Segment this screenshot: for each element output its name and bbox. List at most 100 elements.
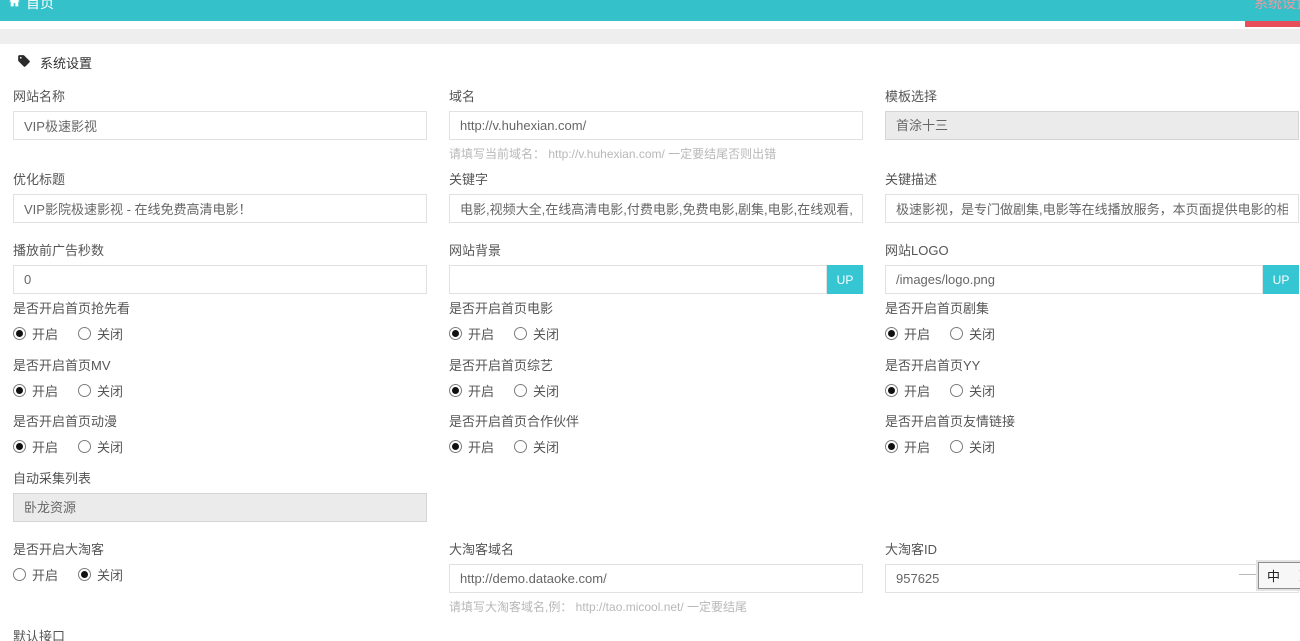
dataoke-domain-label: 大淘客域名 — [449, 542, 863, 558]
site-logo-field: 网站LOGO UP — [885, 243, 1299, 294]
radio-off-icon[interactable] — [78, 440, 91, 453]
radio-group: 是否开启首页抢先看 开启 关闭 — [13, 301, 427, 343]
radio-on-icon[interactable] — [449, 440, 462, 453]
default-api-label: 默认接口 — [13, 629, 427, 641]
radio-off-label: 关闭 — [533, 324, 559, 343]
radio-group: 是否开启首页合作伙伴 开启 关闭 — [449, 414, 863, 456]
radio-on[interactable]: 开启 — [885, 437, 930, 456]
radio-on-icon[interactable] — [885, 384, 898, 397]
radio-on[interactable]: 开启 — [13, 437, 58, 456]
template-select[interactable]: 首涂十三 — [885, 111, 1299, 140]
radio-group: 是否开启首页剧集 开启 关闭 — [885, 301, 1299, 343]
radio-on-label: 开启 — [468, 381, 494, 400]
radio-group-label: 是否开启首页综艺 — [449, 358, 863, 374]
radio-on-icon[interactable] — [13, 568, 26, 581]
radio-on-icon[interactable] — [885, 440, 898, 453]
domain-input[interactable] — [449, 111, 863, 140]
default-api-field: 默认接口 — [13, 629, 427, 641]
domain-helper-text: 请填写当前域名： http://v.huhexian.com/ 一定要结尾否则出… — [449, 146, 863, 162]
radio-off-icon[interactable] — [514, 327, 527, 340]
radio-off-label: 关闭 — [97, 324, 123, 343]
radio-off[interactable]: 关闭 — [78, 565, 123, 584]
radio-on[interactable]: 开启 — [885, 381, 930, 400]
radio-on[interactable]: 开启 — [13, 565, 58, 584]
dataoke-id-input[interactable] — [885, 564, 1299, 593]
radio-off-icon[interactable] — [950, 327, 963, 340]
site-name-input[interactable] — [13, 111, 427, 140]
radio-on-icon[interactable] — [885, 327, 898, 340]
radio-on[interactable]: 开启 — [449, 324, 494, 343]
top-navbar: 首页 系统设置 — [0, 0, 1300, 21]
radio-off[interactable]: 关闭 — [78, 324, 123, 343]
auto-collect-field: 自动采集列表 卧龙资源 — [13, 471, 427, 522]
ime-language-indicator[interactable]: 中 — [1267, 566, 1280, 585]
radio-off[interactable]: 关闭 — [78, 381, 123, 400]
radio-on-icon[interactable] — [449, 327, 462, 340]
dataoke-helper-text: 请填写大淘客域名,例： http://tao.micool.net/ 一定要结尾 — [449, 599, 863, 615]
dataoke-switch-group: 是否开启大淘客 开启 关闭 — [13, 542, 427, 584]
radio-on[interactable]: 开启 — [449, 381, 494, 400]
site-logo-label: 网站LOGO — [885, 243, 1299, 259]
radio-on-label: 开启 — [468, 437, 494, 456]
dataoke-id-label: 大淘客ID — [885, 542, 1299, 558]
radio-on-icon[interactable] — [13, 384, 26, 397]
site-name-label: 网站名称 — [13, 89, 427, 105]
template-label: 模板选择 — [885, 89, 1299, 105]
template-field: 模板选择 首涂十三 — [885, 89, 1299, 140]
radio-off-icon[interactable] — [78, 327, 91, 340]
radio-on-icon[interactable] — [13, 440, 26, 453]
seo-title-field: 优化标题 — [13, 172, 427, 223]
ime-fullwidth-moon-icon[interactable] — [1292, 570, 1300, 581]
radio-off[interactable]: 关闭 — [950, 324, 995, 343]
radio-off-icon[interactable] — [514, 440, 527, 453]
domain-label: 域名 — [449, 89, 863, 105]
navbar-item-system-settings[interactable]: 系统设置 — [1254, 0, 1300, 14]
radio-off[interactable]: 关闭 — [514, 324, 559, 343]
navbar-home-item[interactable]: 首页 — [8, 0, 54, 14]
ime-toolbar[interactable]: 中 — [1258, 562, 1300, 589]
radio-off-label: 关闭 — [97, 381, 123, 400]
radio-on[interactable]: 开启 — [885, 324, 930, 343]
radio-off-icon[interactable] — [514, 384, 527, 397]
site-bg-upload-button[interactable]: UP — [827, 265, 863, 294]
radio-off[interactable]: 关闭 — [950, 437, 995, 456]
auto-collect-label: 自动采集列表 — [13, 471, 427, 487]
dataoke-domain-field: 大淘客域名 请填写大淘客域名,例： http://tao.micool.net/… — [449, 542, 863, 615]
radio-off-icon[interactable] — [950, 384, 963, 397]
radio-off-label: 关闭 — [97, 437, 123, 456]
radio-off[interactable]: 关闭 — [78, 437, 123, 456]
radio-on-label: 开启 — [32, 324, 58, 343]
site-logo-upload-button[interactable]: UP — [1263, 265, 1299, 294]
site-bg-label: 网站背景 — [449, 243, 863, 259]
radio-group: 是否开启首页MV 开启 关闭 — [13, 358, 427, 400]
radio-off-icon[interactable] — [78, 384, 91, 397]
radio-group-label: 是否开启首页剧集 — [885, 301, 1299, 317]
radio-off-icon[interactable] — [950, 440, 963, 453]
radio-on[interactable]: 开启 — [449, 437, 494, 456]
radio-off[interactable]: 关闭 — [514, 437, 559, 456]
ime-drag-handle[interactable] — [1239, 574, 1258, 575]
radio-on-icon[interactable] — [13, 327, 26, 340]
ad-seconds-field: 播放前广告秒数 — [13, 243, 427, 294]
radio-off[interactable]: 关闭 — [514, 381, 559, 400]
auto-collect-select[interactable]: 卧龙资源 — [13, 493, 427, 522]
radio-group: 是否开启首页电影 开启 关闭 — [449, 301, 863, 343]
radio-on[interactable]: 开启 — [13, 324, 58, 343]
radio-off[interactable]: 关闭 — [950, 381, 995, 400]
keywords-input[interactable] — [449, 194, 863, 223]
radio-off-icon[interactable] — [78, 568, 91, 581]
radio-group-label: 是否开启首页友情链接 — [885, 414, 1299, 430]
ad-seconds-input[interactable] — [13, 265, 427, 294]
radio-on[interactable]: 开启 — [13, 381, 58, 400]
seo-title-input[interactable] — [13, 194, 427, 223]
site-bg-input[interactable] — [449, 265, 827, 294]
radio-on-icon[interactable] — [449, 384, 462, 397]
section-header: 系统设置 — [17, 52, 1300, 72]
site-logo-input[interactable] — [885, 265, 1263, 294]
description-input[interactable] — [885, 194, 1299, 223]
breadcrumb-bar — [0, 29, 1300, 44]
radio-on-label: 开启 — [904, 381, 930, 400]
dataoke-domain-input[interactable] — [449, 564, 863, 593]
radio-group-label: 是否开启大淘客 — [13, 542, 427, 558]
keywords-label: 关键字 — [449, 172, 863, 188]
